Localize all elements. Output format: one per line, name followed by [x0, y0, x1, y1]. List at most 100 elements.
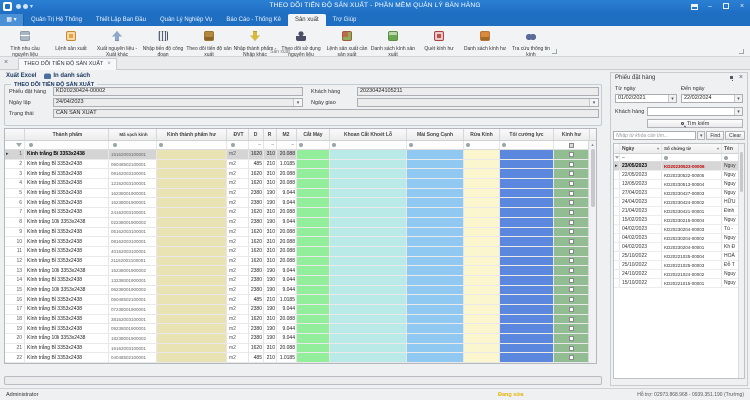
table-row[interactable]: 3 Kính trắng Bỉ 3353x2438 09162003100001…: [5, 169, 596, 180]
created-date-combo[interactable]: 24/04/2023: [53, 98, 303, 107]
table-row[interactable]: 16 Kính trắng Bỉ 3353x2438 0504850210000…: [5, 295, 596, 305]
table-row[interactable]: 6 Kính trắng Bỉ 3353x2438 15238001900001…: [5, 198, 596, 209]
orders-filter-row[interactable]: –: [614, 154, 744, 162]
order-row[interactable]: 23/05/2023 KD20230523-00006 Nguy: [614, 162, 744, 171]
col-header-code[interactable]: Số chứng từ ▾: [662, 144, 722, 153]
col-header-wash[interactable]: Rửa Kính: [464, 129, 500, 140]
grid-scrollbar[interactable]: ▲: [588, 141, 596, 363]
order-row[interactable]: 04/02/2023 KD20230204-00003 Tú -: [614, 225, 744, 234]
to-date-combo[interactable]: 22/02/2024: [681, 94, 743, 103]
panel-scrollbar[interactable]: [738, 144, 744, 378]
search-button[interactable]: Tìm kiếm: [647, 119, 743, 128]
broken-checkbox[interactable]: [569, 239, 574, 245]
broken-checkbox[interactable]: [569, 219, 574, 225]
order-row[interactable]: 04/02/2023 KD20230204-00001 Kh Đ: [614, 243, 744, 252]
broken-checkbox[interactable]: [569, 306, 574, 312]
order-row[interactable]: 13/05/2023 KD20230513-00004 Nguy: [614, 180, 744, 189]
maximize-button[interactable]: [718, 0, 734, 14]
order-row[interactable]: 22/05/2023 KD20230522-00005 Nguy: [614, 171, 744, 180]
broken-checkbox[interactable]: [569, 277, 574, 283]
table-row[interactable]: 20 Kính trắng 10li 3353x2438 18238001900…: [5, 334, 596, 344]
order-row[interactable]: 24/04/2023 KD20230424-00002 HỮU: [614, 198, 744, 207]
customer-field[interactable]: 20230424105211: [357, 87, 599, 96]
col-header-d[interactable]: D: [249, 129, 264, 140]
col-header-drill[interactable]: Khoan Cắt Khoét Lỗ: [330, 129, 407, 140]
document-tab[interactable]: THEO DÕI TIẾN ĐỘ SẢN XUẤT ×: [18, 58, 117, 70]
col-header-temper[interactable]: Tôi cường lực: [500, 129, 554, 140]
print-list-button[interactable]: In danh sách: [44, 73, 90, 79]
table-row[interactable]: 4 Kính trắng Bỉ 3353x2438 12162003100001…: [5, 179, 596, 189]
export-excel-button[interactable]: Xuất Excel: [6, 73, 36, 79]
dialog-launcher-icon[interactable]: [739, 49, 744, 54]
pin-icon[interactable]: [730, 76, 733, 79]
table-row[interactable]: 13 Kính trắng 10li 3353x2438 15238001900…: [5, 266, 596, 276]
broken-checkbox[interactable]: [569, 355, 574, 361]
broken-checkbox[interactable]: [569, 200, 574, 206]
col-header-dvt[interactable]: ĐVT: [227, 129, 249, 140]
order-field[interactable]: KD20230424-00002: [53, 87, 303, 96]
ribbon-tab[interactable]: Quản Lý Nghiệp Vụ: [153, 14, 219, 26]
broken-checkbox[interactable]: [569, 316, 574, 322]
filter-checkbox[interactable]: [569, 142, 574, 148]
table-row[interactable]: 17 Kính trắng Bỉ 3353x2438 0723800190000…: [5, 305, 596, 315]
broken-checkbox[interactable]: [569, 287, 574, 293]
order-row[interactable]: 15/10/2022 KD20221015-00001 Nguy: [614, 279, 744, 288]
table-row[interactable]: 5 Kính trắng Bỉ 3353x2438 16238001900001…: [5, 188, 596, 199]
close-button[interactable]: ×: [734, 0, 750, 14]
table-row[interactable]: 15 Kính trắng 10li 3353x2438 06238001900…: [5, 285, 596, 296]
keyword-input[interactable]: [613, 131, 697, 140]
broken-checkbox[interactable]: [569, 151, 574, 157]
order-row[interactable]: 15/02/2023 KD20230215-00004 Nguy: [614, 216, 744, 225]
table-row[interactable]: 21 Kính trắng Bỉ 3353x2438 1616200310000…: [5, 343, 596, 354]
table-row[interactable]: 8 Kính trắng 10li 3353x2438 022380019000…: [5, 217, 596, 228]
col-header-product[interactable]: Thành phẩm: [25, 129, 109, 140]
table-row[interactable]: 1 Kính trắng Bỉ 3353x2438 15162003100001…: [5, 150, 596, 160]
tab-close-icon[interactable]: ×: [107, 61, 111, 67]
clear-button[interactable]: Clear: [725, 131, 745, 140]
broken-checkbox[interactable]: [569, 171, 574, 177]
broken-checkbox[interactable]: [569, 229, 574, 235]
table-row[interactable]: 14 Kính trắng Bỉ 3353x2438 1323800190000…: [5, 275, 596, 286]
table-row[interactable]: 10 Kính trắng Bỉ 3353x2438 0816200310000…: [5, 237, 596, 247]
col-header-damaged[interactable]: Kính thành phẩm hư: [157, 129, 227, 140]
order-row[interactable]: 21/04/2023 KD20230421-00001 Đinh: [614, 207, 744, 216]
table-row[interactable]: 11 Kính trắng Bỉ 3353x2438 4016200310000…: [5, 246, 596, 257]
application-menu-button[interactable]: ▦ ▾: [0, 14, 24, 26]
table-row[interactable]: 22 Kính trắng Bỉ 3353x2438 0404850210000…: [5, 353, 596, 363]
col-header-r[interactable]: R: [264, 129, 277, 140]
broken-checkbox[interactable]: [569, 161, 574, 167]
broken-checkbox[interactable]: [569, 190, 574, 196]
broken-checkbox[interactable]: [569, 326, 574, 332]
scrollbar-thumb[interactable]: [740, 152, 743, 192]
col-header-cut[interactable]: Cắt Máy: [297, 129, 330, 140]
delivery-date-combo[interactable]: [357, 98, 599, 107]
grid-filter-row[interactable]: – – –: [5, 141, 596, 150]
broken-checkbox[interactable]: [569, 209, 574, 215]
col-header-barcode[interactable]: Mã vạch kính: [109, 129, 157, 140]
dialog-launcher-icon[interactable]: [552, 49, 557, 54]
theme-button[interactable]: [686, 0, 702, 14]
scroll-up-icon[interactable]: ▲: [589, 141, 596, 148]
chevron-down-icon[interactable]: ▾: [657, 146, 659, 151]
order-row[interactable]: 25/10/2022 KD20221025-00003 Đỗ T: [614, 261, 744, 270]
table-row[interactable]: 7 Kính trắng Bỉ 3353x2438 24162003100001…: [5, 208, 596, 218]
keyword-caret-icon[interactable]: ▾: [697, 131, 706, 140]
col-header-grind[interactable]: Mài Song Cạnh: [407, 129, 464, 140]
broken-checkbox[interactable]: [569, 297, 574, 303]
panel-close-icon[interactable]: ×: [739, 74, 743, 81]
col-header-broken[interactable]: Kính hư: [554, 129, 590, 140]
scrollbar-thumb[interactable]: [590, 149, 595, 207]
broken-checkbox[interactable]: [569, 248, 574, 254]
col-header-date[interactable]: Ngày ▾: [620, 144, 662, 153]
minimize-button[interactable]: –: [702, 0, 718, 14]
broken-checkbox[interactable]: [569, 345, 574, 351]
bottom-input[interactable]: [4, 376, 602, 385]
find-button[interactable]: Find: [706, 131, 725, 140]
status-field[interactable]: CẦN SẢN XUẤT: [53, 109, 599, 118]
table-row[interactable]: 19 Kính trắng Bỉ 3353x2438 0923800190000…: [5, 324, 596, 335]
order-row[interactable]: 27/04/2023 KD20230427-00003 Nguy: [614, 189, 744, 198]
chevron-down-icon[interactable]: ▾: [717, 146, 719, 151]
broken-checkbox[interactable]: [569, 258, 574, 264]
panel-customer-combo[interactable]: [647, 107, 743, 116]
order-row[interactable]: 24/10/2022 KD20221024-00002 Nguy: [614, 270, 744, 279]
